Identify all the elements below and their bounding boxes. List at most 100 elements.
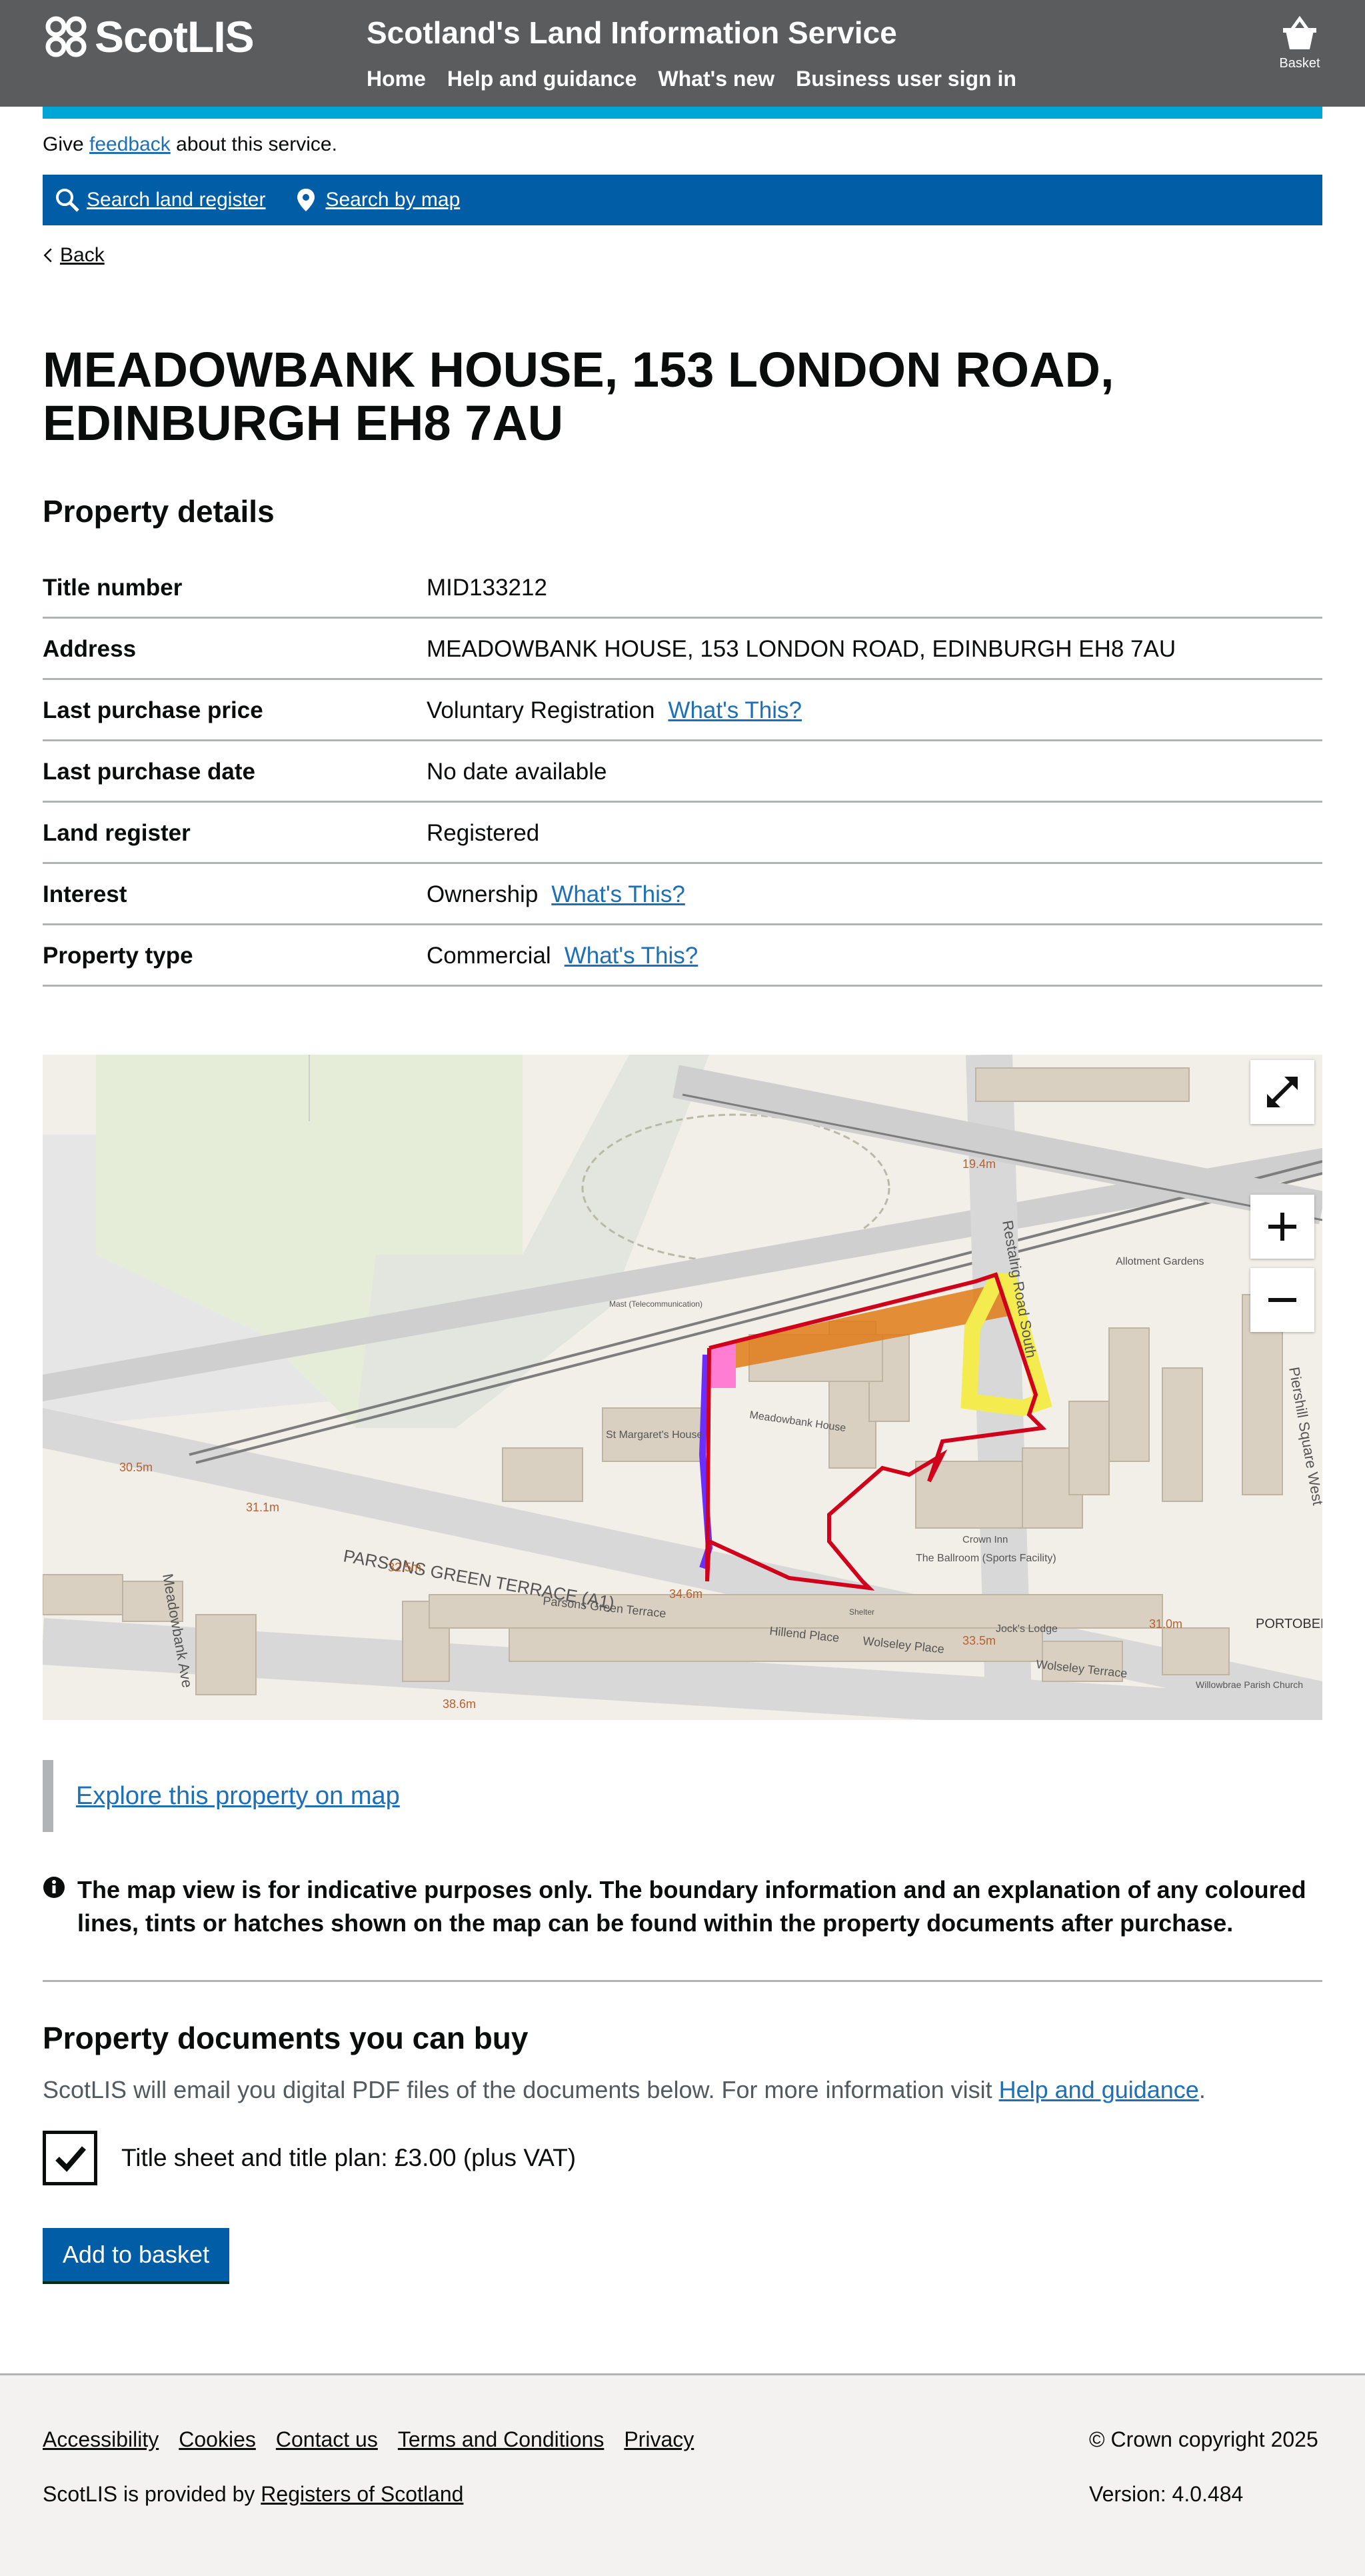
basket-icon [1283,15,1316,49]
property-map[interactable]: PARSONS GREEN TERRACE (A1) Parsons Green… [43,1055,1322,1720]
chevron-left-icon [43,248,52,263]
phase-banner-bar [43,107,1322,119]
site-footer: Accessibility Cookies Contact us Terms a… [0,2373,1365,2576]
search-land-register-item: Search land register [55,187,265,213]
map-label: Allotment Gardens [1116,1256,1204,1267]
map-canvas[interactable]: PARSONS GREEN TERRACE (A1) Parsons Green… [43,1055,1322,1720]
spot-height: 19.4m [962,1157,996,1171]
zoom-out-button[interactable] [1250,1268,1314,1332]
scotlis-logo-icon [45,16,87,57]
basket-button[interactable]: Basket [1266,12,1333,71]
detail-value: No date available [427,758,607,785]
page-title: MEADOWBANK HOUSE, 153 LONDON ROAD, EDINB… [43,342,1114,451]
zoom-in-button[interactable] [1250,1195,1314,1259]
footer-link-terms[interactable]: Terms and Conditions [398,2427,604,2452]
checkmark-icon [55,2146,87,2172]
feedback-link[interactable]: feedback [89,133,171,155]
registers-of-scotland-link[interactable]: Registers of Scotland [261,2482,463,2506]
search-icon [56,189,79,212]
detail-row-address: Address MEADOWBANK HOUSE, 153 LONDON ROA… [43,620,1322,680]
spot-height: 31.1m [246,1501,279,1514]
notice-text: The map view is for indicative purposes … [77,1876,1306,1937]
detail-key: Interest [43,881,127,907]
fullscreen-button[interactable] [1250,1060,1314,1124]
search-land-register-link[interactable]: Search land register [87,189,265,211]
explore-map-callout: Explore this property on map [43,1760,1320,1832]
detail-key: Address [43,635,137,662]
site-header: ScotLIS Scotland's Land Information Serv… [0,0,1365,107]
back-link-wrap: Back [43,244,105,267]
feedback-banner: Give feedback about this service. [43,133,337,156]
spot-height: 33.5m [962,1634,996,1647]
whats-this-link[interactable]: What's This? [551,881,685,908]
map-label: Crown Inn [962,1534,1008,1545]
title-sheet-label[interactable]: Title sheet and title plan: £3.00 (plus … [121,2144,576,2172]
nav-home[interactable]: Home [367,67,426,91]
property-details-heading: Property details [43,494,275,529]
documents-intro-suffix: . [1198,2076,1206,2103]
detail-row-last-purchase-date: Last purchase date No date available [43,743,1322,803]
main-nav: Home Help and guidance What's new Busine… [367,67,1016,91]
provided-prefix: ScotLIS is provided by [43,2482,261,2506]
detail-row-land-register: Land register Registered [43,804,1322,864]
footer-link-contact[interactable]: Contact us [276,2427,378,2452]
detail-value: MEADOWBANK HOUSE, 153 LONDON ROAD, EDINB… [427,635,1176,662]
copyright: © Crown copyright 2025 [1089,2427,1318,2451]
detail-value: Voluntary Registration [427,697,655,723]
detail-value: Registered [427,819,540,846]
map-label: Jock's Lodge [996,1623,1058,1635]
footer-link-accessibility[interactable]: Accessibility [43,2427,159,2452]
detail-key: Title number [43,574,183,601]
detail-key: Land register [43,819,191,846]
document-option: Title sheet and title plan: £3.00 (plus … [43,2131,576,2185]
footer-link-privacy[interactable]: Privacy [624,2427,694,2452]
help-and-guidance-link[interactable]: Help and guidance [999,2076,1199,2103]
whats-this-link[interactable]: What's This? [668,697,802,724]
feedback-prefix: Give [43,133,90,155]
documents-heading: Property documents you can buy [43,2021,529,2055]
detail-row-last-purchase-price: Last purchase price Voluntary Registrati… [43,681,1322,741]
search-by-map-item: Search by map [293,187,460,213]
expand-icon [1267,1077,1298,1107]
add-to-basket-button[interactable]: Add to basket [43,2228,229,2281]
footer-link-cookies[interactable]: Cookies [179,2427,256,2452]
service-name: Scotland's Land Information Service [367,15,897,50]
map-label: Willowbrae Parish Church [1196,1679,1303,1690]
detail-row-property-type: Property type Commercial What's This? [43,927,1322,987]
basket-label: Basket [1279,56,1320,71]
detail-key: Property type [43,942,193,969]
map-notice: The map view is for indicative purposes … [43,1873,1309,1940]
spot-height: 34.6m [669,1587,702,1601]
map-label: St Margaret's House [606,1429,702,1441]
detail-key: Last purchase date [43,758,255,785]
map-label: PORTOBEL [1256,1617,1322,1631]
property-details-list: Title number MID133212 Address MEADOWBAN… [43,559,1322,988]
info-icon [43,1877,65,1898]
map-label: Mast (Telecommunication) [609,1299,702,1309]
explore-map-link[interactable]: Explore this property on map [76,1782,400,1811]
feedback-suffix: about this service. [170,133,337,155]
spot-height: 38.6m [443,1697,476,1711]
search-by-map-link[interactable]: Search by map [325,189,460,211]
nav-help-and-guidance[interactable]: Help and guidance [447,67,637,91]
back-link[interactable]: Back [60,244,105,267]
plus-icon [1268,1213,1296,1241]
logo-text: ScotLIS [95,12,255,61]
spot-height: 31.0m [1149,1617,1182,1631]
documents-intro: ScotLIS will email you digital PDF files… [43,2076,1206,2104]
whats-this-link[interactable]: What's This? [565,943,698,969]
search-bar: Search land register Search by map [43,175,1322,225]
title-sheet-checkbox[interactable] [43,2131,97,2185]
detail-row-interest: Interest Ownership What's This? [43,865,1322,925]
scotlis-logo[interactable]: ScotLIS [43,12,255,61]
nav-whats-new[interactable]: What's new [658,67,774,91]
detail-value: MID133212 [427,574,547,601]
documents-intro-prefix: ScotLIS will email you digital PDF files… [43,2076,999,2103]
spot-height: 30.5m [119,1461,153,1474]
section-divider [43,1980,1322,1982]
detail-key: Last purchase price [43,697,263,723]
map-label: Shelter [849,1607,874,1617]
nav-business-sign-in[interactable]: Business user sign in [796,67,1016,91]
detail-value: Ownership [427,881,539,907]
map-pin-icon [297,189,315,211]
